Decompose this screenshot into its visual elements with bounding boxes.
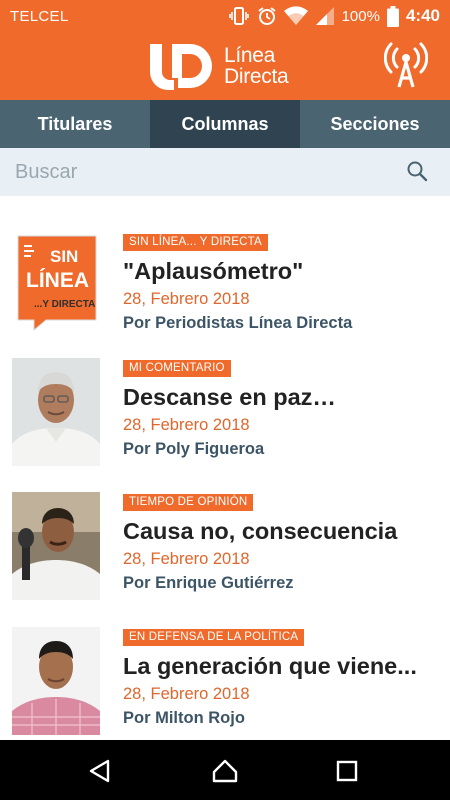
logo-line-1: Línea xyxy=(224,44,276,67)
back-icon xyxy=(89,759,110,783)
section-badge: SIN LÍNEA... Y DIRECTA xyxy=(123,234,268,251)
author-photo xyxy=(12,627,100,735)
column-date: 28, Febrero 2018 xyxy=(123,416,250,434)
linea-directa-logo[interactable]: Línea Directa xyxy=(148,42,308,92)
author-photo xyxy=(12,492,100,600)
wifi-icon xyxy=(283,6,308,26)
list-item[interactable]: MI COMENTARIO Descanse en paz… 28, Febre… xyxy=(0,358,450,493)
column-title[interactable]: La generación que viene... xyxy=(123,652,443,680)
column-date: 28, Febrero 2018 xyxy=(123,550,250,568)
search-bar xyxy=(0,148,450,196)
status-icons: 100% 4:40 xyxy=(228,5,440,27)
list-item[interactable]: TIEMPO DE OPINIÓN Causa no, consecuencia… xyxy=(0,492,450,627)
live-radio-button[interactable] xyxy=(383,42,429,88)
thumb-text-3: ...Y DIRECTA xyxy=(34,299,95,310)
column-author: Por Periodistas Línea Directa xyxy=(123,314,353,332)
battery-icon xyxy=(386,5,399,27)
search-input[interactable] xyxy=(15,158,385,186)
section-badge: TIEMPO DE OPINIÓN xyxy=(123,494,254,511)
system-nav-bar xyxy=(0,740,450,800)
column-info: EN DEFENSA DE LA POLÍTICA La generación … xyxy=(123,627,443,729)
logo-wordmark: Línea Directa xyxy=(224,44,289,88)
column-info: SIN LÍNEA... Y DIRECTA "Aplausómetro" 28… xyxy=(123,232,443,334)
battery-percent: 100% xyxy=(341,7,380,25)
logo-line-2: Directa xyxy=(224,65,289,88)
section-tabs: Titulares Columnas Secciones xyxy=(0,100,450,148)
back-button[interactable] xyxy=(86,757,114,785)
carrier-name: TELCEL xyxy=(10,8,69,25)
tab-titulares[interactable]: Titulares xyxy=(0,100,150,148)
column-title[interactable]: Descanse en paz… xyxy=(123,383,443,411)
column-title[interactable]: Causa no, consecuencia xyxy=(123,517,443,545)
recents-button[interactable] xyxy=(333,757,361,785)
column-info: TIEMPO DE OPINIÓN Causa no, consecuencia… xyxy=(123,492,443,594)
column-author: Por Poly Figueroa xyxy=(123,440,265,458)
section-badge: EN DEFENSA DE LA POLÍTICA xyxy=(123,629,305,646)
column-thumbnail: SIN LÍNEA ...Y DIRECTA xyxy=(12,232,100,340)
search-icon xyxy=(407,161,428,182)
column-author: Por Enrique Gutiérrez xyxy=(123,574,294,592)
thumb-text-2: LÍNEA xyxy=(26,269,89,292)
status-bar: TELCEL 100% 4:40 xyxy=(0,0,450,32)
thumb-text-1: SIN xyxy=(50,247,78,266)
cell-signal-icon xyxy=(315,6,335,26)
vibrate-icon xyxy=(228,6,250,26)
search-button[interactable] xyxy=(404,158,432,186)
radio-antenna-icon xyxy=(383,42,429,88)
alarm-icon xyxy=(257,6,277,26)
columns-list: SIN LÍNEA ...Y DIRECTA SIN LÍNEA... Y DI… xyxy=(0,196,450,740)
author-photo xyxy=(12,358,100,466)
tab-secciones[interactable]: Secciones xyxy=(300,100,450,148)
column-title[interactable]: "Aplausómetro" xyxy=(123,257,443,285)
column-info: MI COMENTARIO Descanse en paz… 28, Febre… xyxy=(123,358,443,460)
column-date: 28, Febrero 2018 xyxy=(123,290,250,308)
tab-columnas[interactable]: Columnas xyxy=(150,100,300,148)
recents-icon xyxy=(336,760,358,782)
clock: 4:40 xyxy=(405,6,440,25)
section-badge: MI COMENTARIO xyxy=(123,360,231,377)
column-author: Por Milton Rojo xyxy=(123,709,245,727)
home-button[interactable] xyxy=(211,757,239,785)
app-header: Línea Directa xyxy=(0,32,450,100)
logo-mark xyxy=(150,44,212,90)
list-item[interactable]: EN DEFENSA DE LA POLÍTICA La generación … xyxy=(0,627,450,740)
list-item[interactable]: SIN LÍNEA ...Y DIRECTA SIN LÍNEA... Y DI… xyxy=(0,232,450,367)
home-icon xyxy=(212,759,238,783)
column-date: 28, Febrero 2018 xyxy=(123,685,250,703)
